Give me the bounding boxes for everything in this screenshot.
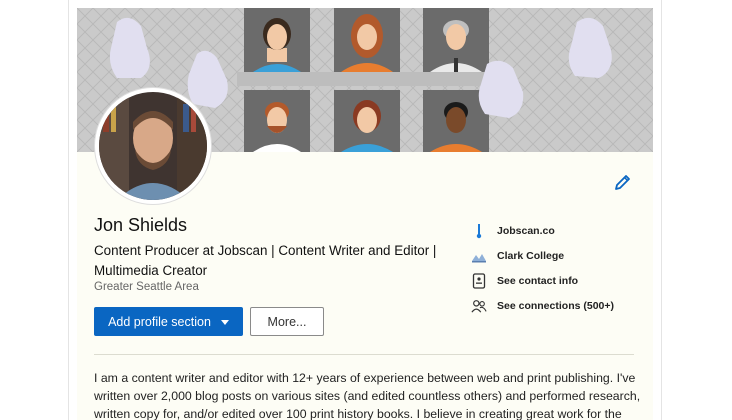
tile-woman-3 [334, 90, 400, 152]
people-icon [471, 298, 487, 314]
link-clark-college[interactable]: Clark College [471, 243, 614, 268]
tile-man-2 [244, 90, 310, 152]
caret-down-icon [220, 320, 229, 325]
profile-links: Jobscan.co Clark College See contact inf… [471, 218, 614, 318]
avatar[interactable] [95, 88, 211, 204]
link-contact-info-label: See contact info [497, 274, 579, 287]
more-button[interactable]: More... [250, 307, 324, 336]
profile-location: Greater Seattle Area [94, 281, 199, 293]
profile-headline: Content Producer at Jobscan | Content Wr… [94, 243, 437, 278]
link-contact-info[interactable]: See contact info [471, 268, 614, 293]
add-profile-section-label: Add profile section [108, 314, 211, 329]
jobscan-icon [471, 223, 487, 239]
profile-name: Jon Shields [94, 215, 188, 235]
edit-profile-icon[interactable] [613, 172, 633, 192]
tile-man-1 [423, 8, 489, 72]
link-jobscan-label: Jobscan.co [497, 224, 555, 237]
profile-card: Jon Shields Content Producer at Jobscan … [68, 0, 662, 420]
link-jobscan[interactable]: Jobscan.co [471, 218, 614, 243]
link-connections-label: See connections (500+) [497, 299, 615, 312]
link-clark-college-label: Clark College [497, 249, 565, 262]
add-profile-section-button[interactable]: Add profile section [94, 307, 243, 336]
contact-card-icon [471, 272, 487, 289]
tile-woman-2 [334, 8, 400, 72]
profile-card-inner: Jon Shields Content Producer at Jobscan … [77, 8, 653, 420]
tile-woman-1 [244, 8, 310, 72]
link-connections[interactable]: See connections (500+) [471, 293, 614, 318]
section-divider [94, 354, 634, 355]
about-summary: I am a content writer and editor with 12… [94, 371, 641, 420]
college-icon [471, 248, 487, 264]
